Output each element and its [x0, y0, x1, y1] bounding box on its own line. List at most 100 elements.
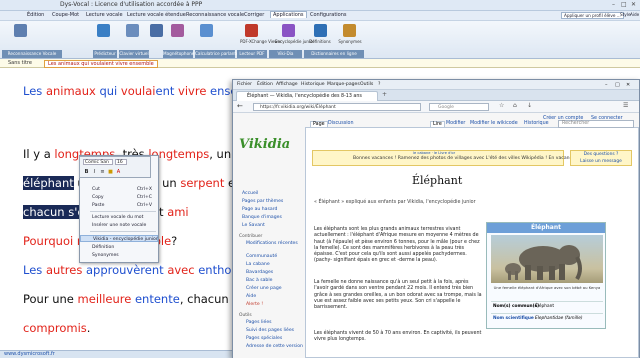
menu-style[interactable]: Style [620, 12, 631, 17]
microphone-icon[interactable] [14, 24, 27, 37]
vikidia-logo[interactable]: Vikidia [239, 137, 290, 152]
bmenu-historique[interactable]: Historique [301, 82, 325, 87]
bmenu-marque-pages[interactable]: Marque-pages [327, 82, 360, 87]
nav-pages-speciales[interactable]: Pages spéciales [246, 336, 282, 341]
vacation-banner: le cabane · le Livre d'or Bonnes vacance… [312, 150, 581, 166]
menu-item-synonymes[interactable]: Synonymes [80, 252, 158, 259]
minimize-icon[interactable]: – [605, 82, 608, 88]
menu-corriger[interactable]: Corriger [244, 12, 264, 18]
menu-separator [90, 211, 156, 212]
ribbon: PDF-XChange Viewer Encyclopédie junior D… [0, 21, 640, 59]
close-icon[interactable]: ✕ [631, 1, 636, 8]
text-segment: approuvèrent [85, 263, 168, 277]
recorder-icon[interactable] [171, 24, 184, 37]
menu-icon[interactable]: ☰ [623, 102, 628, 109]
font-size-select[interactable]: 16 [115, 159, 127, 165]
nav-bac-sable[interactable]: Bac à sable [246, 278, 272, 283]
wiki-search-input[interactable]: Rechercher [558, 120, 634, 128]
text-line: compromis. [23, 321, 90, 335]
message-link[interactable]: Laisse un message [571, 158, 631, 165]
menu-configurations[interactable]: Configurations [310, 12, 347, 18]
url-field[interactable]: https://fr.vikidia.org/wiki/Éléphant [253, 103, 421, 111]
elephant-photo[interactable] [491, 235, 603, 283]
magnifier-icon[interactable] [150, 24, 163, 37]
pdf-icon[interactable] [245, 24, 258, 37]
predictor-icon[interactable] [97, 24, 110, 37]
menu-reconnaissance-vocale[interactable]: Reconnaissance vocale [186, 12, 244, 18]
bold-icon[interactable]: B [83, 169, 90, 176]
nav-bavardages[interactable]: Bavardages [246, 270, 273, 275]
nav-banque-images[interactable]: Banque d'images [242, 215, 282, 220]
browser-search-field[interactable]: Google [429, 103, 489, 111]
synonyms-icon[interactable] [343, 24, 356, 37]
status-link[interactable]: www.dysmicrosoft.fr [4, 351, 55, 357]
home-icon[interactable]: ⌂ [513, 102, 517, 109]
nav-alerte[interactable]: Alerte ! [246, 302, 263, 307]
menu-item-vikidia[interactable]: Vikidia - encyclopédie junior [80, 235, 158, 242]
nav-le-savant[interactable]: Le Savant [242, 223, 265, 228]
menu-item-note-vocale[interactable]: Insérer une note vocale [80, 222, 158, 229]
definitions-icon[interactable] [314, 24, 327, 37]
nav-suivi[interactable]: Suivi des pages liées [246, 328, 294, 333]
download-icon[interactable]: ↓ [527, 102, 532, 109]
maximize-icon[interactable]: □ [615, 82, 620, 88]
tab-lire[interactable]: Lire [430, 121, 445, 128]
questions-link[interactable]: Des questions ? [571, 151, 631, 158]
menu-item-lecture-vocale[interactable]: Lecture vocale du mot [80, 214, 158, 221]
italic-icon[interactable]: I [91, 169, 98, 176]
close-icon[interactable]: ✕ [626, 82, 630, 88]
tab-modifier[interactable]: Modifier [446, 121, 465, 126]
tab-page[interactable]: Page [310, 121, 328, 128]
page-subtitle: « Éléphant » expliqué aux enfants par Vi… [314, 200, 476, 205]
keyboard-icon[interactable] [126, 24, 139, 37]
menu-item-paste[interactable]: Paste Ctrl+V [80, 202, 158, 209]
bmenu-edition[interactable]: Édition [257, 82, 273, 87]
menu-item-cut[interactable]: Cut Ctrl+X [80, 186, 158, 193]
banner-small-links[interactable]: le cabane · le Livre d'or [413, 151, 455, 155]
font-select[interactable]: Comic San [83, 159, 113, 165]
nav-page-hasard[interactable]: Page au hasard [242, 207, 277, 212]
align-center-icon[interactable]: ≡ [99, 169, 106, 176]
encyclopedia-icon[interactable] [282, 24, 295, 37]
nav-creer-page[interactable]: Créer une page [246, 286, 282, 291]
paragraph: Les éléphants vivent de 50 à 70 ans envi… [314, 331, 482, 343]
tab-wikicode[interactable]: Modifier le wikicode [470, 121, 518, 126]
new-tab-icon[interactable]: + [382, 91, 387, 98]
bmenu-help[interactable]: ? [378, 82, 380, 87]
text-segment: Pourquoi n' [23, 234, 88, 248]
nav-accueil[interactable]: Accueil [242, 191, 258, 196]
tab-animaux[interactable]: Les animaux qui voulaient vivre ensemble [44, 60, 158, 68]
menu-coupe-mot[interactable]: Coupe-Mot [52, 12, 79, 18]
bmenu-outils[interactable]: Outils [360, 82, 373, 87]
nav-pages-liees[interactable]: Pages liées [246, 320, 272, 325]
font-color-icon[interactable]: A [115, 169, 122, 176]
bmenu-fichier[interactable]: Fichier [237, 82, 252, 87]
menu-applications[interactable]: Applications [270, 11, 307, 18]
menu-aide[interactable]: Aide [630, 12, 639, 17]
calculator-icon[interactable] [200, 24, 213, 37]
nav-adresse[interactable]: Adresse de cette version [246, 344, 303, 349]
menu-item-copy[interactable]: Copy Ctrl+C [80, 194, 158, 201]
highlight-icon[interactable]: ■ [107, 169, 114, 176]
tab-historique[interactable]: Historique [524, 121, 549, 126]
menu-lecture-vocale-etendue[interactable]: Lecture vocale étendue [127, 12, 186, 18]
nav-communaute[interactable]: Communauté [246, 254, 277, 259]
wiki-page: Vikidia Accueil Pages par thèmes Page au… [233, 113, 639, 358]
nav-aide[interactable]: Aide [246, 294, 256, 299]
group-lecteur-pdf: Lecteur PDF [237, 50, 267, 58]
back-icon[interactable]: ← [237, 102, 243, 110]
minimize-icon[interactable]: – [612, 1, 615, 8]
menu-edition[interactable]: Édition [27, 12, 44, 18]
nav-modifications[interactable]: Modifications récentes [246, 241, 298, 246]
browser-tab[interactable]: Éléphant — Vikidia, l'encyclopédie des 8… [236, 91, 378, 101]
nav-pages-themes[interactable]: Pages par thèmes [242, 199, 283, 204]
bookmark-star-icon[interactable]: ☆ [499, 102, 504, 109]
menu-lecture-vocale[interactable]: Lecture vocale [86, 12, 123, 18]
profile-select[interactable]: Appliquer un profil élève ... [561, 12, 624, 19]
maximize-icon[interactable]: □ [621, 1, 627, 8]
bmenu-affichage[interactable]: Affichage [276, 82, 298, 87]
tab-discussion[interactable]: Discussion [328, 121, 354, 126]
menu-item-definition[interactable]: Définition [80, 244, 158, 251]
nav-cabane[interactable]: La cabane [246, 262, 270, 267]
tab-sans-titre[interactable]: Sans titre [8, 60, 32, 66]
